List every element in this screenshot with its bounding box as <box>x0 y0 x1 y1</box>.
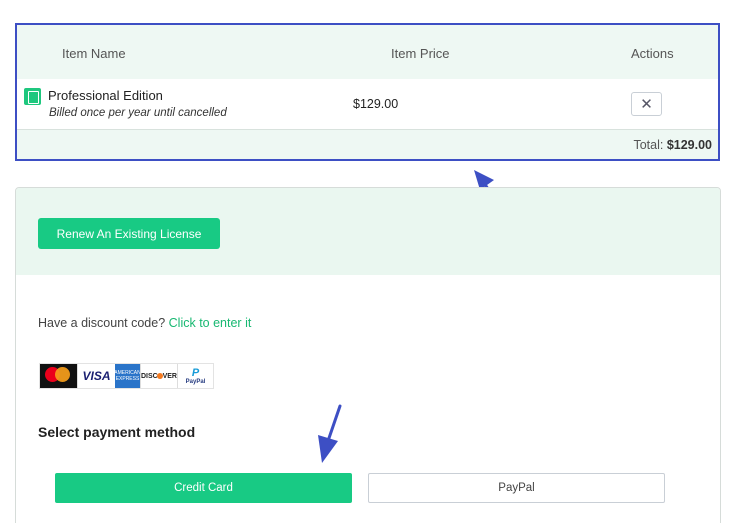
accepted-cards: VISA AMERICAN EXPRESS DISC VER P PayPal <box>39 363 214 389</box>
total-value: $129.00 <box>666 138 712 152</box>
payment-method-title: Select payment method <box>38 424 196 440</box>
amex-logo: AMERICAN EXPRESS <box>114 364 141 388</box>
column-actions: Actions <box>631 46 674 61</box>
product-price: $129.00 <box>353 97 399 111</box>
total-label: Total: <box>633 138 664 152</box>
panel-header: Renew An Existing License <box>16 188 720 275</box>
cart-total: Total: $129.00 <box>633 138 712 152</box>
annotation-arrow-payment <box>318 404 342 463</box>
column-item-price: Item Price <box>391 46 450 61</box>
cart-row: Professional Edition Billed once per yea… <box>17 79 718 130</box>
discount-prompt: Have a discount code? Click to enter it <box>38 316 251 330</box>
product-name: Professional Edition <box>48 88 163 103</box>
credit-card-button[interactable]: Credit Card <box>55 473 352 503</box>
billing-note: Billed once per year until cancelled <box>49 107 227 119</box>
license-icon <box>24 88 41 105</box>
mastercard-logo <box>40 364 77 388</box>
checkout-panel: Renew An Existing License Have a discoun… <box>15 187 721 523</box>
renew-license-button[interactable]: Renew An Existing License <box>38 218 220 249</box>
cart-header: Item Name Item Price Actions <box>17 25 718 79</box>
cart-table: Item Name Item Price Actions Professiona… <box>15 23 720 161</box>
paypal-button[interactable]: PayPal <box>368 473 665 503</box>
remove-item-button[interactable]: ✕ <box>631 92 662 116</box>
discount-link[interactable]: Click to enter it <box>169 316 252 330</box>
close-icon: ✕ <box>640 96 653 113</box>
paypal-logo: P PayPal <box>177 364 213 388</box>
column-item-name: Item Name <box>62 46 126 61</box>
discount-text: Have a discount code? <box>38 316 166 330</box>
discover-logo: DISC VER <box>140 364 177 388</box>
visa-logo: VISA <box>77 364 115 388</box>
